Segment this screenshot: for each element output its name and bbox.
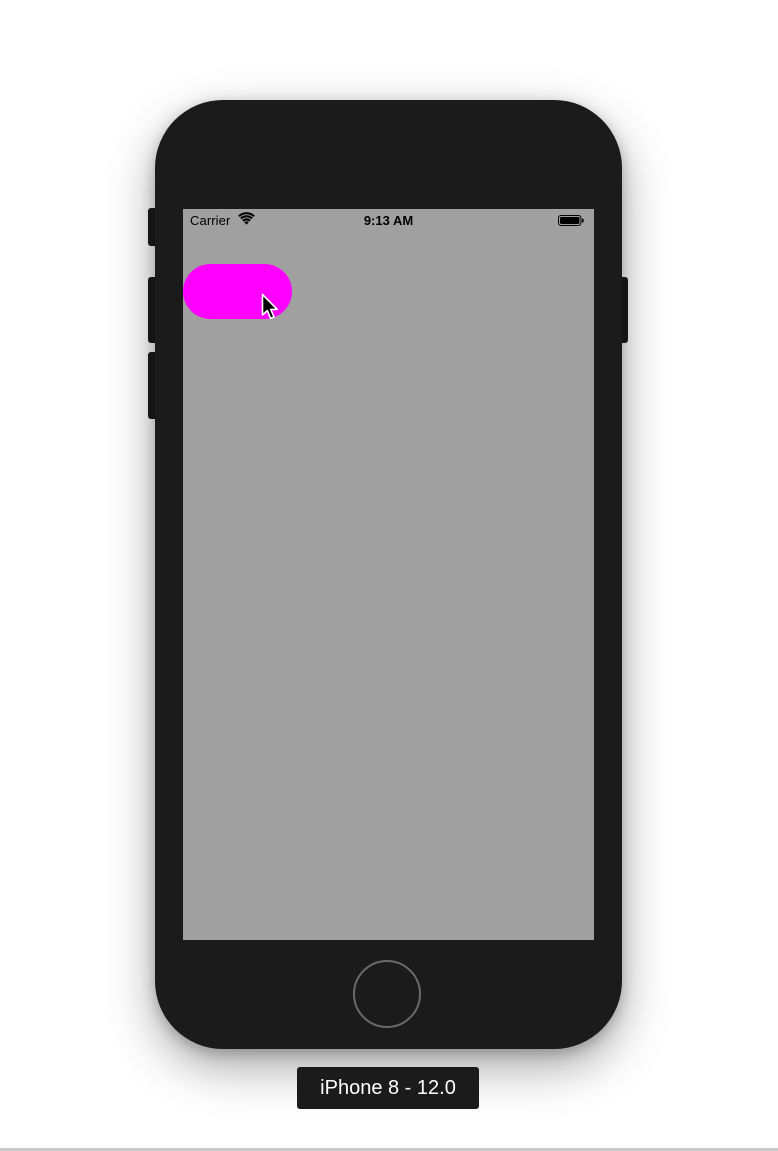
battery-icon <box>558 215 584 226</box>
status-time: 9:13 AM <box>363 213 414 228</box>
magenta-pill-button[interactable] <box>183 264 292 319</box>
simulator-window: Carrier 9:13 AM iPhone 8 - 12.0 <box>0 0 778 1151</box>
status-bar: Carrier 9:13 AM <box>183 209 594 231</box>
home-button[interactable] <box>353 960 421 1028</box>
device-screen[interactable]: Carrier 9:13 AM <box>183 209 594 940</box>
device-name-label: iPhone 8 - 12.0 <box>297 1067 479 1109</box>
